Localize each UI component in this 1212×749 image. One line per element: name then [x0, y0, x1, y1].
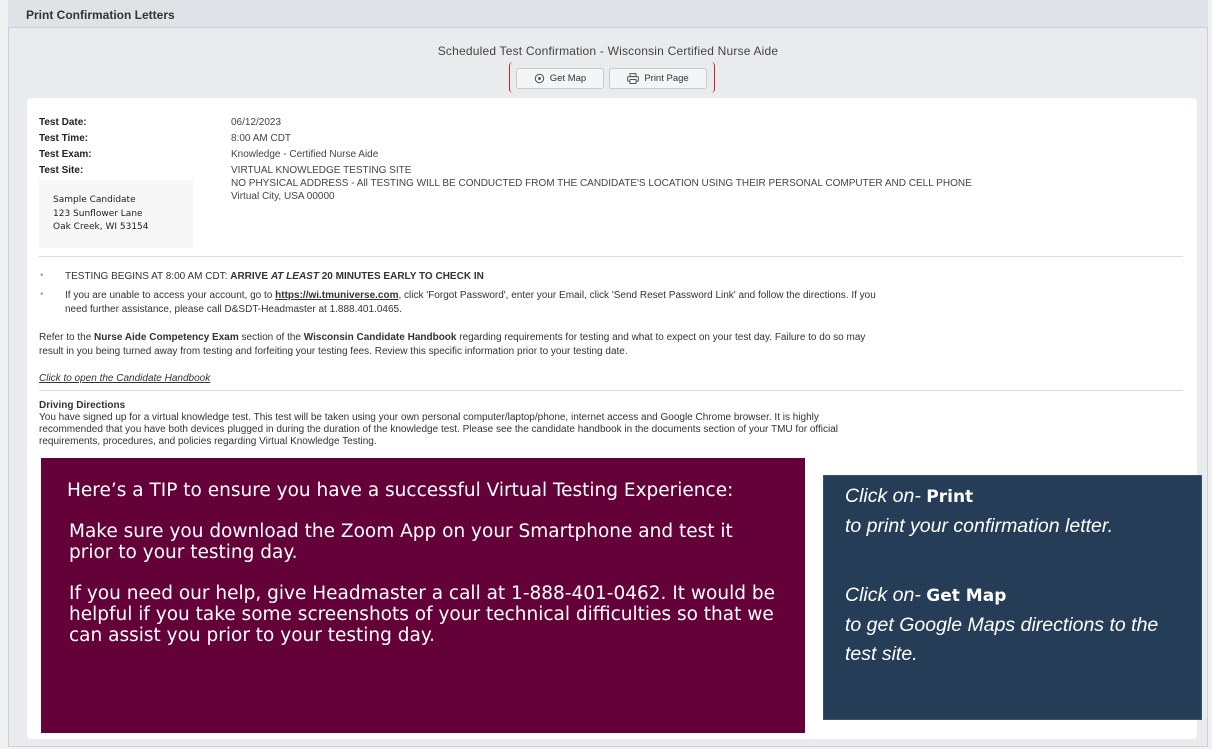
- notice-assistance-text: need further assistance, please call D&S…: [65, 304, 402, 315]
- print-description: to print your confirmation letter.: [845, 515, 1114, 537]
- notice-time-text: TESTING BEGINS AT 8:00 AM CDT:: [65, 271, 228, 282]
- get-map-label: Get Map: [549, 73, 587, 84]
- test-site-address: NO PHYSICAL ADDRESS - All TESTING WILL B…: [231, 178, 972, 189]
- instructions-callout: Click on- Print to print your confirmati…: [823, 475, 1202, 720]
- driving-directions: Driving Directions You have signed up fo…: [39, 400, 1174, 448]
- refer-text-1: Refer to the: [39, 332, 92, 343]
- notice-minutes-text: 20 MINUTES EARLY TO CHECK IN: [321, 271, 484, 282]
- print-instruction: Click on- Print: [845, 482, 1201, 512]
- candidate-city: Oak Creek, WI 53154: [53, 222, 149, 232]
- test-site-label: Test Site:: [39, 165, 84, 176]
- map-description: to get Google Maps directions to the tes…: [845, 614, 1159, 665]
- notice-account-text-2: , click 'Forgot Password', enter your Em…: [398, 290, 876, 301]
- test-exam-label: Test Exam:: [39, 149, 92, 160]
- map-pin-icon: [534, 73, 545, 84]
- directions-line-3: requirements, procedures, and policies r…: [39, 436, 377, 447]
- refer-paragraph: Refer to the Nurse Aide Competency Exam …: [39, 331, 1174, 358]
- print-prefix: Click on-: [845, 485, 921, 507]
- map-prefix: Click on-: [845, 584, 921, 606]
- candidate-handbook-link[interactable]: Click to open the Candidate Handbook: [39, 373, 210, 384]
- map-instruction: Click on- Get Map: [845, 581, 1201, 611]
- page-title: Scheduled Test Confirmation - Wisconsin …: [437, 44, 779, 58]
- directions-line-1: You have signed up for a virtual knowled…: [39, 412, 819, 423]
- candidate-name: Sample Candidate: [53, 195, 136, 205]
- notice-arrive-text: ARRIVE: [230, 271, 269, 282]
- refer-text-2: section of the: [241, 332, 301, 343]
- tip-heading: Here’s a TIP to ensure you have a succes…: [67, 480, 734, 501]
- test-time-value: 8:00 AM CDT: [231, 133, 292, 144]
- refer-text-4: result in you being turned away from tes…: [39, 345, 628, 357]
- divider: [39, 390, 1183, 391]
- test-exam-value: Knowledge - Certified Nurse Aide: [231, 149, 379, 160]
- refer-handbook-name: Wisconsin Candidate Handbook: [303, 332, 457, 343]
- test-time-label: Test Time:: [39, 133, 89, 144]
- refer-text-3: regarding requirements for testing and w…: [459, 332, 866, 343]
- get-map-button[interactable]: Get Map: [516, 68, 604, 89]
- tmuniverse-link[interactable]: https://wi.tmuniverse.com: [275, 290, 398, 301]
- notice-account-text: If you are unable to access your account…: [65, 290, 273, 301]
- test-date-value: 06/12/2023: [231, 117, 282, 128]
- candidate-street: 123 Sunflower Lane: [53, 208, 143, 219]
- test-site-city: Virtual City, USA 00000: [231, 191, 335, 202]
- bullet-dot: •: [40, 270, 44, 281]
- window-title: Print Confirmation Letters: [26, 8, 175, 22]
- tip-callout: Here’s a TIP to ensure you have a succes…: [41, 458, 805, 733]
- directions-heading: Driving Directions: [39, 400, 126, 411]
- handbook-link-row: Click to open the Candidate Handbook: [39, 372, 1174, 386]
- candidate-address: Sample Candidate 123 Sunflower Lane Oak …: [39, 180, 193, 248]
- refer-exam-name: Nurse Aide Competency Exam: [94, 332, 239, 343]
- notice-account-access: If you are unable to access your account…: [65, 289, 1175, 317]
- directions-line-2: recommended that you have both devices p…: [39, 424, 839, 435]
- tip-zoom-text: Make sure you download the Zoom App on y…: [69, 521, 733, 563]
- tip-help-text: If you need our help, give Headmaster a …: [69, 583, 775, 646]
- test-date-label: Test Date:: [39, 117, 87, 128]
- test-site-name: VIRTUAL KNOWLEDGE TESTING SITE: [231, 165, 412, 176]
- print-word: Print: [926, 487, 974, 507]
- window-titlebar: Print Confirmation Letters: [8, 0, 1208, 28]
- print-page-button[interactable]: Print Page: [609, 68, 707, 89]
- notice-testing-begins: TESTING BEGINS AT 8:00 AM CDT: ARRIVE AT…: [65, 270, 484, 284]
- bullet-dot: •: [40, 289, 44, 300]
- divider: [39, 256, 1183, 257]
- print-page-label: Print Page: [644, 73, 689, 84]
- notice-atleast-text: AT LEAST: [270, 271, 319, 282]
- printer-icon: [627, 73, 640, 84]
- map-word: Get Map: [926, 586, 1007, 606]
